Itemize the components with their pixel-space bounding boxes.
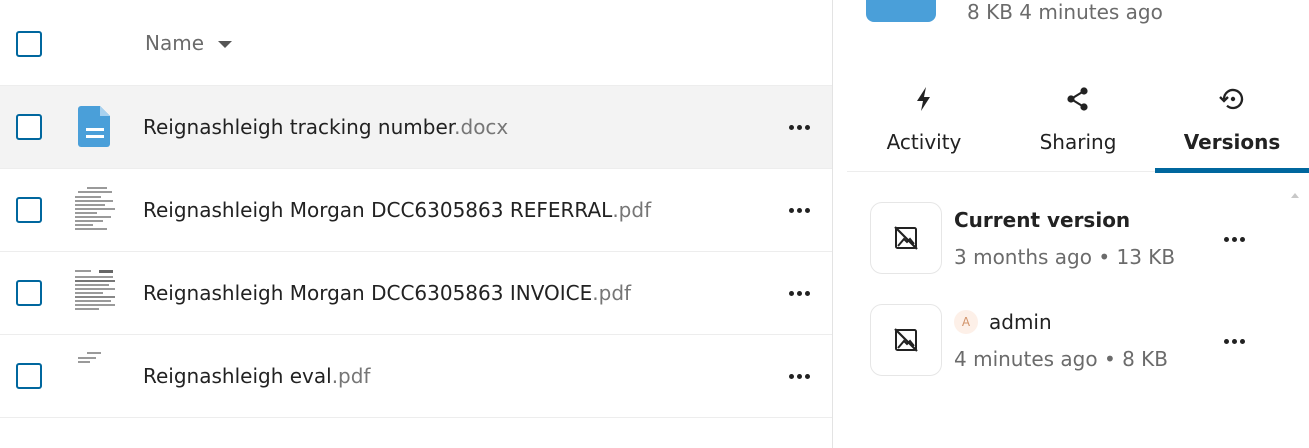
version-item[interactable]: A admin 4 minutes ago • 8 KB — [870, 304, 1300, 378]
select-all-checkbox[interactable] — [16, 31, 42, 57]
no-preview-icon — [870, 304, 942, 376]
share-icon — [1001, 86, 1155, 112]
lightning-icon — [847, 86, 1001, 112]
file-name[interactable]: Reignashleigh Morgan DCC6305863 INVOICE.… — [143, 252, 631, 335]
file-actions-menu-button[interactable] — [784, 116, 814, 138]
file-checkbox[interactable] — [16, 197, 42, 223]
file-list: Name Reignashleigh tracking number.docx — [0, 0, 832, 448]
file-row[interactable]: Reignashleigh tracking number.docx — [0, 86, 832, 169]
file-actions-menu-button[interactable] — [784, 199, 814, 221]
file-actions-menu-button[interactable] — [784, 282, 814, 304]
file-extension: .pdf — [331, 364, 371, 388]
file-row[interactable]: Reignashleigh Morgan DCC6305863 REFERRAL… — [0, 169, 832, 252]
file-meta: 8 KB 4 minutes ago — [967, 0, 1163, 24]
sort-caret-down-icon — [218, 40, 233, 48]
tab-sharing[interactable]: Sharing — [1001, 76, 1155, 172]
file-checkbox[interactable] — [16, 280, 42, 306]
version-details: 3 months ago • 13 KB — [954, 245, 1176, 269]
file-preview-icon — [866, 0, 936, 22]
tab-versions[interactable]: Versions — [1155, 76, 1309, 173]
pdf-thumbnail — [73, 351, 117, 399]
version-actions-menu-button[interactable] — [1219, 228, 1249, 250]
tab-activity[interactable]: Activity — [847, 76, 1001, 172]
file-name[interactable]: Reignashleigh tracking number.docx — [143, 86, 508, 169]
file-row[interactable]: Reignashleigh eval.pdf — [0, 335, 832, 418]
file-basename: Reignashleigh tracking number — [143, 115, 455, 139]
file-checkbox[interactable] — [16, 363, 42, 389]
file-basename: Reignashleigh Morgan DCC6305863 INVOICE — [143, 281, 593, 305]
file-actions-menu-button[interactable] — [784, 365, 814, 387]
file-basename: Reignashleigh eval — [143, 364, 332, 388]
history-icon — [1155, 86, 1309, 112]
version-actions-menu-button[interactable] — [1219, 330, 1249, 352]
file-checkbox[interactable] — [16, 114, 42, 140]
document-icon — [73, 102, 117, 150]
sort-by-name-button[interactable]: Name — [145, 31, 233, 55]
pdf-thumbnail — [73, 185, 117, 233]
version-author: A admin — [954, 310, 1052, 334]
sidebar-tabs: Activity Sharing Versions — [847, 76, 1309, 173]
scroll-up-arrow-icon[interactable] — [1291, 193, 1299, 198]
tab-label: Activity — [886, 130, 962, 154]
name-column-label: Name — [145, 31, 205, 55]
file-name[interactable]: Reignashleigh Morgan DCC6305863 REFERRAL… — [143, 169, 651, 252]
file-extension: .pdf — [592, 281, 632, 305]
no-preview-icon — [870, 202, 942, 274]
file-list-header: Name — [0, 0, 832, 86]
tab-label: Versions — [1183, 130, 1281, 154]
file-basename: Reignashleigh Morgan DCC6305863 REFERRAL — [143, 198, 613, 222]
version-item[interactable]: Current version 3 months ago • 13 KB — [870, 202, 1300, 276]
pdf-thumbnail — [73, 268, 117, 316]
file-row[interactable]: Reignashleigh Morgan DCC6305863 INVOICE.… — [0, 252, 832, 335]
avatar: A — [954, 310, 978, 334]
file-extension: .docx — [454, 115, 509, 139]
tab-label: Sharing — [1039, 130, 1117, 154]
details-sidebar: 8 KB 4 minutes ago Activity Sharing Vers… — [832, 0, 1309, 448]
version-title: Current version — [954, 208, 1131, 232]
version-details: 4 minutes ago • 8 KB — [954, 347, 1169, 371]
author-name: admin — [989, 310, 1052, 334]
file-name[interactable]: Reignashleigh eval.pdf — [143, 335, 370, 418]
file-extension: .pdf — [612, 198, 652, 222]
